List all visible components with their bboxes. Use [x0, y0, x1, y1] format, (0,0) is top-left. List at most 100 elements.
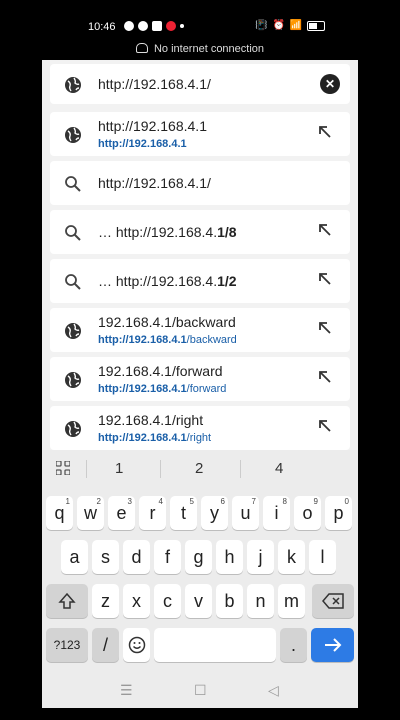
emoji-icon — [128, 636, 145, 654]
url-bar[interactable]: ✕ — [50, 64, 350, 104]
insert-suggestion-arrow-icon[interactable] — [318, 419, 332, 438]
alarm-icon: ⏰ — [272, 20, 285, 31]
back-nav-icon[interactable]: ◁ — [268, 682, 279, 699]
vibrate-icon: 📳 — [255, 20, 268, 31]
key-label: t — [180, 503, 186, 523]
key-k[interactable]: k — [278, 540, 305, 574]
arrow-right-icon — [324, 638, 341, 652]
url-input[interactable] — [98, 73, 308, 95]
suggestion-title: http://192.168.4.1/ — [98, 175, 211, 191]
prediction-1[interactable]: 1 — [115, 460, 123, 477]
globe-icon — [64, 371, 82, 394]
insert-suggestion-arrow-icon[interactable] — [318, 223, 332, 242]
key-label: q — [54, 503, 65, 523]
prediction-divider — [86, 460, 87, 478]
apps-grid-icon[interactable] — [56, 461, 70, 475]
suggestion-row[interactable]: http://192.168.4.1 http://192.168.4.1 — [50, 112, 350, 156]
notification-icon — [124, 21, 134, 31]
backspace-key[interactable] — [312, 584, 354, 618]
menu-nav-icon[interactable]: ☰ — [120, 682, 133, 699]
prediction-divider — [240, 460, 241, 478]
key-alt-label: 3 — [127, 497, 132, 506]
key-alt-label: 0 — [344, 497, 349, 506]
offline-text: No internet connection — [153, 43, 265, 55]
key-d[interactable]: d — [123, 540, 150, 574]
emoji-key[interactable] — [123, 628, 150, 662]
suggestion-row[interactable]: 192.168.4.1/backward http://192.168.4.1/b… — [50, 308, 350, 352]
key-alt-label: 4 — [158, 497, 163, 506]
key-o[interactable]: o9 — [294, 496, 321, 530]
key-b[interactable]: b — [216, 584, 243, 618]
key-j[interactable]: j — [247, 540, 274, 574]
key-p[interactable]: p0 — [325, 496, 352, 530]
key-label: d — [131, 547, 142, 567]
suggestion-title: 192.168.4.1/forward — [98, 363, 223, 379]
key-label: g — [193, 547, 204, 567]
key-g[interactable]: g — [185, 540, 212, 574]
shift-icon — [58, 592, 76, 609]
prediction-3[interactable]: 4 — [275, 460, 283, 477]
symbols-key[interactable]: ?123 — [46, 628, 88, 662]
suggestion-row[interactable]: … http://192.168.4.1/2 — [50, 259, 350, 303]
system-nav-bar: ☰ ☐ ◁ — [42, 676, 358, 708]
key-alt-label: 6 — [220, 497, 225, 506]
suggestion-row[interactable]: 192.168.4.1/forward http://192.168.4.1/fo… — [50, 357, 350, 401]
insert-suggestion-arrow-icon[interactable] — [318, 321, 332, 340]
key-z[interactable]: z — [92, 584, 119, 618]
status-bar: 10:46 📳 ⏰ 📶 — [0, 0, 400, 40]
home-nav-icon[interactable]: ☐ — [194, 682, 207, 699]
shift-key[interactable] — [46, 584, 88, 618]
insert-suggestion-arrow-icon[interactable] — [318, 125, 332, 144]
key-h[interactable]: h — [216, 540, 243, 574]
suggestion-url: http://192.168.4.1 — [98, 138, 187, 150]
suggestion-title: 192.168.4.1/right — [98, 412, 204, 428]
slash-key[interactable]: / — [92, 628, 119, 662]
key-n[interactable]: n — [247, 584, 274, 618]
key-s[interactable]: s — [92, 540, 119, 574]
suggestion-row[interactable]: … http://192.168.4.1/8 — [50, 210, 350, 254]
key-a[interactable]: a — [61, 540, 88, 574]
key-alt-label: 1 — [65, 497, 70, 506]
globe-icon — [64, 420, 82, 443]
key-label: j — [258, 547, 263, 567]
key-t[interactable]: t5 — [170, 496, 197, 530]
prediction-2[interactable]: 2 — [195, 460, 203, 477]
cloud-off-icon — [135, 43, 148, 53]
key-label: e — [116, 503, 127, 523]
key-v[interactable]: v — [185, 584, 212, 618]
key-x[interactable]: x — [123, 584, 150, 618]
key-r[interactable]: r4 — [139, 496, 166, 530]
prediction-bar: 1 2 4 — [42, 450, 358, 488]
key-c[interactable]: c — [154, 584, 181, 618]
globe-icon — [64, 322, 82, 345]
key-label: n — [255, 591, 266, 611]
key-label: v — [194, 591, 203, 611]
period-key[interactable]: . — [280, 628, 307, 662]
key-label: i — [274, 503, 279, 523]
key-q[interactable]: q1 — [46, 496, 73, 530]
suggestion-row[interactable]: http://192.168.4.1/ — [50, 161, 350, 205]
enter-key[interactable] — [311, 628, 354, 662]
key-f[interactable]: f — [154, 540, 181, 574]
insert-suggestion-arrow-icon[interactable] — [318, 272, 332, 291]
key-label: w — [84, 503, 97, 523]
suggestion-row[interactable]: 192.168.4.1/right http://192.168.4.1/righ… — [50, 406, 350, 450]
globe-icon — [65, 77, 81, 93]
key-m[interactable]: m — [278, 584, 305, 618]
clear-url-button[interactable]: ✕ — [320, 74, 340, 94]
key-u[interactable]: u7 — [232, 496, 259, 530]
search-icon — [64, 175, 82, 198]
messenger-icon — [138, 21, 148, 31]
key-label: l — [320, 547, 325, 567]
key-label: o — [302, 503, 313, 523]
key-w[interactable]: w2 — [77, 496, 104, 530]
key-y[interactable]: y6 — [201, 496, 228, 530]
keyboard: 1 2 4 q1w2e3r4t5y6u7i8o9p0asdfghjklzxcvb… — [42, 450, 358, 708]
key-i[interactable]: i8 — [263, 496, 290, 530]
key-label: b — [224, 591, 235, 611]
space-key[interactable] — [154, 628, 276, 662]
insert-suggestion-arrow-icon[interactable] — [318, 370, 332, 389]
key-l[interactable]: l — [309, 540, 336, 574]
key-label: m — [284, 591, 299, 611]
key-e[interactable]: e3 — [108, 496, 135, 530]
